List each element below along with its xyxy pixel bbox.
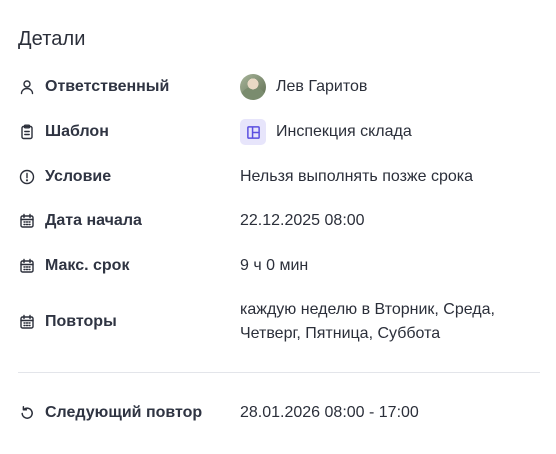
responsible-name: Лев Гаритов xyxy=(276,78,368,95)
user-icon xyxy=(18,78,36,96)
layout-icon xyxy=(240,119,266,145)
repeats-line-1: каждую неделю в Вторник, Среда, xyxy=(240,301,495,318)
clipboard-icon xyxy=(18,123,36,141)
template-name: Инспекция склада xyxy=(276,123,412,140)
responsible-value[interactable]: Лев Гаритов xyxy=(240,74,367,100)
repeats-line-2: Четверг, Пятница, Суббота xyxy=(240,325,441,342)
calendar-icon xyxy=(18,313,36,331)
start-date-label: Дата начала xyxy=(45,212,142,229)
refresh-icon xyxy=(18,404,36,422)
alert-circle-icon xyxy=(18,168,36,186)
section-title: Детали xyxy=(18,28,86,50)
row-start-date: Дата начала 22.12.2025 08:00 xyxy=(18,209,540,233)
next-repeat-label: Следующий повтор xyxy=(45,404,203,421)
row-next-repeat: Следующий повтор 28.01.2026 08:00 - 17:0… xyxy=(18,401,540,425)
next-repeat-value: 28.01.2026 08:00 - 17:00 xyxy=(240,404,419,421)
condition-label: Условие xyxy=(45,168,112,185)
row-max-duration: Макс. срок 9 ч 0 мин xyxy=(18,254,540,278)
max-duration-value: 9 ч 0 мин xyxy=(240,257,309,274)
row-responsible: Ответственный Лев Гаритов xyxy=(18,74,540,100)
condition-value: Нельзя выполнять позже срока xyxy=(240,168,474,185)
repeats-value: каждую неделю в Вторник, Среда, Четверг,… xyxy=(240,298,495,346)
template-label: Шаблон xyxy=(45,123,109,140)
repeats-label: Повторы xyxy=(45,313,117,330)
divider xyxy=(18,372,540,373)
responsible-label: Ответственный xyxy=(45,78,170,95)
row-condition: Условие Нельзя выполнять позже срока xyxy=(18,165,540,189)
row-repeats: Повторы каждую неделю в Вторник, Среда, … xyxy=(18,298,540,346)
calendar-icon xyxy=(18,212,36,230)
details-panel: Детали Ответственный Лев Гаритов Шаблон … xyxy=(18,0,540,454)
start-date-value: 22.12.2025 08:00 xyxy=(240,212,365,229)
template-value[interactable]: Инспекция склада xyxy=(240,119,412,145)
max-duration-label: Макс. срок xyxy=(45,257,130,274)
calendar-icon xyxy=(18,257,36,275)
row-template: Шаблон Инспекция склада xyxy=(18,118,540,146)
avatar xyxy=(240,74,266,100)
